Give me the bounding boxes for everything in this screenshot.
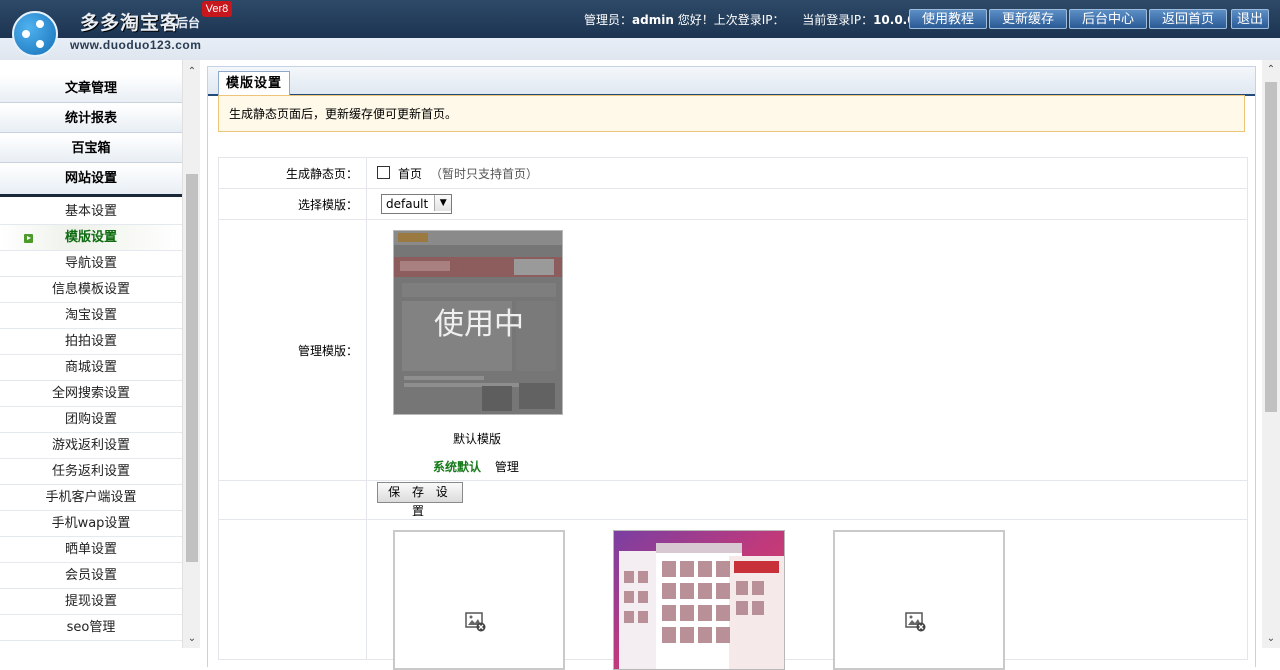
scroll-down-icon[interactable]: ⌄: [1262, 631, 1280, 647]
template-select[interactable]: default ▼: [381, 194, 453, 214]
template-thumb-1[interactable]: [393, 530, 565, 670]
system-default-label: 系统默认: [433, 460, 482, 474]
sidebar-item-paipai[interactable]: 拍拍设置: [0, 329, 182, 355]
static-label: 生成静态页：: [218, 157, 367, 189]
scroll-down-icon[interactable]: ⌄: [183, 631, 201, 647]
brand-subtitle: 后台: [176, 16, 201, 30]
top-header: 多多淘宝客 后台 Ver8 www.duoduo123.com 管理员：admi…: [0, 0, 1280, 60]
sidebar-scroll-thumb[interactable]: [186, 174, 198, 562]
main-scrollbar[interactable]: ⌃ ⌄: [1262, 60, 1280, 648]
template-screenshot-pink: [614, 531, 784, 669]
admin-name: admin: [632, 13, 674, 27]
broken-image-icon: [465, 612, 486, 632]
sidebar-item-withdraw[interactable]: 提现设置: [0, 589, 182, 615]
template-thumb-2[interactable]: [613, 530, 785, 670]
in-use-overlay: 使用中: [434, 307, 524, 342]
main-panel: 模版设置 生成静态页面后，更新缓存便可更新首页。 生成静态页： 首页 （暂时只支持…: [207, 66, 1256, 670]
settings-form: 生成静态页： 首页 （暂时只支持首页） 选择模版： default ▼ 管理模版：: [218, 157, 1248, 670]
sidebar-item-mobile-client[interactable]: 手机客户端设置: [0, 485, 182, 511]
sidebar: 文章管理 统计报表 百宝箱 网站设置 基本设置 模版设置 导航设置 信息模板设置…: [0, 60, 182, 648]
static-hint: （暂时只支持首页）: [430, 166, 539, 181]
static-option-label: 首页: [398, 166, 423, 181]
current-arrow-icon: [24, 234, 33, 243]
back-home-button[interactable]: 返回首页: [1149, 9, 1227, 29]
scroll-up-icon[interactable]: ⌃: [183, 64, 201, 80]
sidebar-item-task-rebate[interactable]: 任务返利设置: [0, 459, 182, 485]
template-name: 默认模版: [453, 432, 502, 446]
sidebar-item-info-template[interactable]: 信息模板设置: [0, 277, 182, 303]
admin-center-button[interactable]: 后台中心: [1069, 9, 1147, 29]
site-domain: www.duoduo123.com: [70, 38, 202, 52]
template-screenshot-image: 使用中: [394, 231, 562, 414]
sidebar-item-seo[interactable]: seo管理: [0, 615, 182, 641]
select-template-label: 选择模版：: [218, 188, 367, 220]
save-row-label: [218, 480, 367, 520]
sidebar-section-articles[interactable]: 文章管理: [0, 75, 182, 103]
chevron-down-icon: ▼: [434, 195, 452, 211]
manage-template-label: 管理模版：: [218, 219, 367, 481]
tutorial-button[interactable]: 使用教程: [909, 9, 987, 29]
sidebar-section-site-settings[interactable]: 网站设置: [0, 165, 182, 197]
brand-title: 多多淘宝客: [80, 13, 181, 34]
sidebar-item-share[interactable]: 晒单设置: [0, 537, 182, 563]
notice-box: 生成静态页面后，更新缓存便可更新首页。: [218, 95, 1245, 132]
current-ip-label: 当前登录IP：: [802, 13, 874, 27]
sidebar-item-basic[interactable]: 基本设置: [0, 199, 182, 225]
save-settings-button[interactable]: 保 存 设 置: [377, 482, 463, 518]
sidebar-item-mall[interactable]: 商城设置: [0, 355, 182, 381]
sidebar-section-stats[interactable]: 统计报表: [0, 105, 182, 133]
version-badge: Ver8: [202, 1, 232, 17]
sidebar-section-toolbox[interactable]: 百宝箱: [0, 135, 182, 163]
main-scroll-thumb[interactable]: [1265, 82, 1277, 412]
sidebar-item-game-rebate[interactable]: 游戏返利设置: [0, 433, 182, 459]
logout-button[interactable]: 退出: [1231, 9, 1269, 29]
refresh-cache-button[interactable]: 更新缓存: [989, 9, 1067, 29]
logo-icon: [12, 11, 58, 57]
greeting-text: 您好！上次登录IP：: [673, 13, 785, 27]
sidebar-item-member[interactable]: 会员设置: [0, 563, 182, 589]
sidebar-item-mobile-wap[interactable]: 手机wap设置: [0, 511, 182, 537]
sidebar-item-groupbuy[interactable]: 团购设置: [0, 407, 182, 433]
static-homepage-checkbox[interactable]: [377, 165, 390, 179]
scroll-up-icon[interactable]: ⌃: [1262, 62, 1280, 78]
sidebar-item-search[interactable]: 全网搜索设置: [0, 381, 182, 407]
sidebar-item-nav[interactable]: 导航设置: [0, 251, 182, 277]
sidebar-item-label: 模版设置: [64, 230, 117, 245]
tab-bar: 模版设置: [208, 67, 1255, 96]
template-preview-default[interactable]: 使用中: [393, 230, 563, 415]
login-info: 管理员：admin 您好！上次登录IP： 当前登录IP：10.0.0.9: [584, 11, 929, 28]
broken-image-icon: [905, 612, 926, 632]
tab-template-settings[interactable]: 模版设置: [218, 71, 290, 96]
template-thumb-3[interactable]: [833, 530, 1005, 670]
sidebar-item-taobao[interactable]: 淘宝设置: [0, 303, 182, 329]
sidebar-scrollbar[interactable]: ⌃ ⌄: [182, 60, 200, 648]
sidebar-item-template[interactable]: 模版设置: [0, 225, 182, 251]
admin-label: 管理员：: [584, 13, 633, 27]
template-select-value: default: [386, 197, 429, 211]
more-templates-label: [218, 519, 367, 660]
manage-template-link[interactable]: 管理: [495, 460, 519, 474]
